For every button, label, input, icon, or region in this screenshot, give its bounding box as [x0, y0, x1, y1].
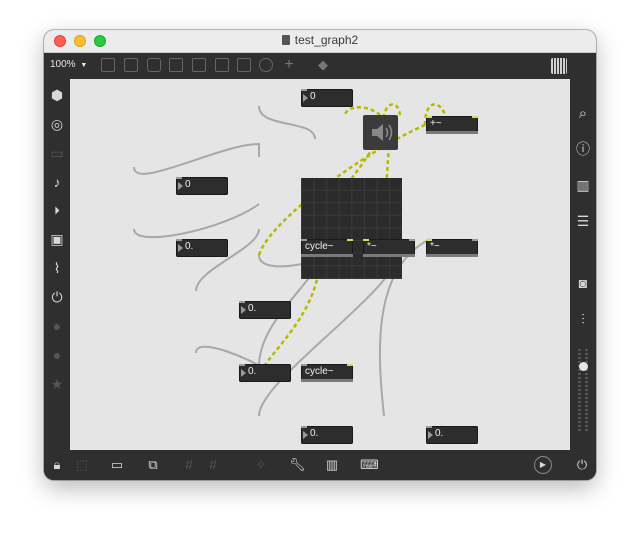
number-box[interactable]: 0.	[426, 426, 478, 444]
patcher-window: test_graph2 100% ▼ + ◆ ⬢ ◎ ▭ ♪ ⏵ ▣ ⌇ ⏻ ●…	[44, 30, 596, 480]
target-icon[interactable]: ◎	[49, 116, 65, 132]
mixer-icon[interactable]: ⫶	[575, 311, 591, 327]
number-box[interactable]: 0.	[239, 364, 291, 382]
title-bar: test_graph2	[44, 30, 596, 53]
grid-snap-icon[interactable]: #	[181, 457, 197, 473]
number-value: 0	[185, 179, 191, 190]
new-message-icon[interactable]	[124, 58, 138, 72]
number-value: 0.	[248, 366, 257, 377]
speaker-icon	[372, 124, 393, 141]
power-icon[interactable]: ⏻	[574, 457, 590, 473]
zoom-dropdown[interactable]: 100% ▼	[50, 59, 87, 70]
music-note-icon[interactable]: ♪	[49, 174, 65, 190]
cord[interactable]	[133, 142, 260, 175]
number-value: 0.	[185, 241, 194, 252]
patcher-toolbar: 100% ▼ + ◆	[44, 53, 596, 79]
number-box[interactable]: 0.	[301, 426, 353, 444]
object-label: cycle~	[305, 241, 334, 252]
cycle-object[interactable]: cycle~	[301, 239, 353, 257]
bottom-toolbar: 🔒︎ ⬚ ▭ ⧉ # # ✧ 🔧︎ ▥ ⌨ ▶ ⏻	[44, 450, 596, 480]
wrench-icon[interactable]: 🔧︎	[289, 457, 306, 473]
right-sidebar: ⌕ ⓘ ▥ ☰ ◙ ⫶	[570, 79, 596, 450]
toggle-icon[interactable]	[169, 58, 183, 72]
star-icon[interactable]: ★	[49, 376, 65, 392]
paperclip-icon[interactable]: ⌇	[49, 260, 65, 276]
number-box[interactable]: 0.	[176, 239, 228, 257]
paint-bucket-icon[interactable]: ◆	[316, 58, 330, 72]
image-icon[interactable]: ▣	[49, 231, 65, 247]
presentation-icon[interactable]: ▭	[109, 457, 125, 473]
window-title-text: test_graph2	[294, 33, 359, 47]
window-title: test_graph2	[44, 33, 596, 47]
signal-add-object[interactable]: +~	[426, 116, 478, 134]
number-box[interactable]: 0	[301, 89, 353, 107]
dial-icon[interactable]	[259, 58, 273, 72]
cord[interactable]	[258, 105, 316, 140]
lock-icon[interactable]: 🔒︎	[49, 457, 65, 473]
help-circle-icon[interactable]: ●	[49, 318, 65, 334]
number-box-icon[interactable]	[215, 58, 229, 72]
left-sidebar: ⬢ ◎ ▭ ♪ ⏵ ▣ ⌇ ⏻ ● ● ★	[44, 79, 70, 450]
number-value: 0	[310, 91, 316, 102]
object-label: *~	[430, 241, 440, 252]
object-label: +~	[430, 118, 442, 129]
number-value: 0.	[310, 428, 319, 439]
grid-icon[interactable]	[551, 58, 567, 74]
search-icon[interactable]: ⌕	[575, 106, 591, 122]
signal-multiply-object[interactable]: *~	[426, 239, 478, 257]
number-box[interactable]: 0.	[239, 301, 291, 319]
keyboard-icon[interactable]: ⌨	[360, 457, 379, 473]
zoom-value: 100%	[50, 59, 76, 70]
volume-slider[interactable]	[578, 347, 588, 431]
comment-icon[interactable]	[147, 58, 161, 72]
matrix-grid[interactable]	[301, 178, 402, 279]
step-icon[interactable]: ⏵	[49, 203, 65, 219]
object-label: *~	[367, 241, 377, 252]
camera-icon[interactable]: ◙	[575, 275, 591, 291]
book-icon[interactable]: ▥	[575, 177, 591, 193]
ezdac-speaker[interactable]	[363, 115, 398, 150]
info-icon[interactable]: ⓘ	[575, 141, 591, 157]
cube-icon[interactable]: ⬢	[49, 87, 65, 103]
slider-icon[interactable]	[237, 58, 251, 72]
volume-knob[interactable]	[579, 362, 588, 371]
document-icon	[281, 35, 290, 45]
cord[interactable]	[133, 203, 260, 239]
object-label: cycle~	[305, 366, 334, 377]
play-icon[interactable]: ▶	[534, 456, 552, 474]
number-value: 0.	[435, 428, 444, 439]
cycle-object[interactable]: cycle~	[301, 364, 353, 382]
list-icon[interactable]: ☰	[575, 213, 591, 229]
new-object-icon[interactable]	[101, 58, 115, 72]
number-value: 0.	[248, 303, 257, 314]
chevron-down-icon: ▼	[80, 62, 88, 69]
grid-icon[interactable]: #	[205, 457, 221, 473]
plug-icon[interactable]: ⏻	[49, 289, 65, 305]
info-circle-icon[interactable]: ●	[49, 347, 65, 363]
windows-icon[interactable]: ⧉	[145, 457, 161, 473]
signal-multiply-object[interactable]: *~	[363, 239, 415, 257]
film-icon[interactable]: ▭	[49, 145, 65, 161]
number-box[interactable]: 0	[176, 177, 228, 195]
piano-icon[interactable]: ▥	[324, 457, 340, 473]
new-view-icon[interactable]: ⬚	[74, 457, 90, 473]
add-icon[interactable]: +	[282, 57, 296, 73]
wand-icon[interactable]: ✧	[253, 457, 269, 473]
bang-icon[interactable]	[192, 58, 206, 72]
patcher-canvas[interactable]: 0 +~ 0 0. cycle~ *~ *~ 0. 0. cycle~ 0. 0…	[70, 79, 570, 450]
